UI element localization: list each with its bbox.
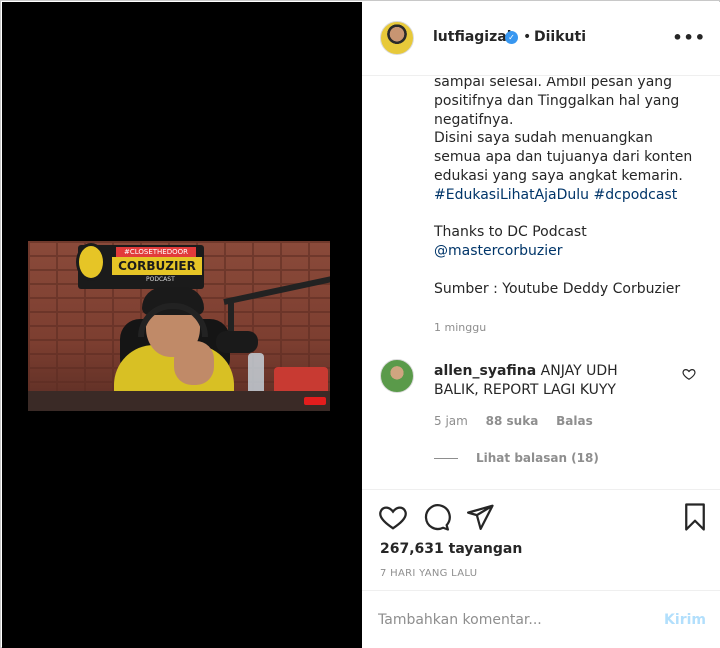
youtube-badge-icon	[304, 397, 326, 405]
separator-dot: •	[523, 29, 532, 45]
person-hands	[174, 341, 214, 385]
post-actions: 267,631 tayangan 7 HARI YANG LALU	[362, 489, 720, 589]
view-replies-button[interactable]: Lihat balasan (18)	[434, 451, 599, 465]
comment-reply-button[interactable]: Balas	[556, 414, 593, 428]
author-avatar[interactable]	[380, 21, 414, 55]
commenter-username[interactable]: allen_syafina	[434, 363, 536, 379]
podcast-logo-tag: #CLOSETHEDOOR	[116, 247, 196, 257]
post-side-panel: lutfiagizal ✓ • Diikuti ••• sampai seles…	[362, 2, 720, 648]
podcast-logo-subtitle: PODCAST	[146, 276, 175, 283]
table	[28, 391, 330, 411]
caption-timestamp[interactable]: 1 minggu	[434, 321, 486, 334]
caption-text: sampai selesai. Ambil pesan yang positif…	[434, 77, 693, 184]
comment-input[interactable]	[378, 603, 658, 637]
video-pane[interactable]: #CLOSETHEDOOR CORBUZIER PODCAST	[2, 2, 362, 648]
follow-status-button[interactable]: Diikuti	[534, 29, 586, 45]
caption-hashtags[interactable]: #EdukasiLihatAjaDulu #dcpodcast	[434, 187, 677, 203]
caption-mention[interactable]: @mastercorbuzier	[434, 243, 562, 259]
bookmark-icon[interactable]	[680, 502, 710, 532]
post-date[interactable]: 7 HARI YANG LALU	[380, 568, 477, 579]
comment-bubble-icon[interactable]	[421, 502, 451, 532]
caption-source: Sumber : Youtube Deddy Corbuzier	[434, 280, 681, 297]
view-count: 267,631 tayangan	[380, 541, 523, 557]
comment-like-heart-icon[interactable]	[682, 367, 696, 381]
more-options-icon[interactable]: •••	[672, 28, 706, 47]
microphone	[216, 331, 258, 353]
post-comment-button[interactable]: Kirim	[664, 612, 706, 628]
post-caption: sampai selesai. Ambil pesan yang positif…	[434, 77, 704, 299]
comments-list[interactable]: sampai selesai. Ambil pesan yang positif…	[362, 77, 720, 489]
podcast-mic-logo-icon	[76, 243, 106, 281]
post-header: lutfiagizal ✓ • Diikuti •••	[362, 2, 720, 76]
view-replies-label: Lihat balasan (18)	[476, 451, 599, 465]
like-heart-icon[interactable]	[378, 502, 408, 532]
post-dialog: #CLOSETHEDOOR CORBUZIER PODCAST lutfiagi…	[0, 0, 720, 648]
comment-body: allen_syafina ANJAY UDH BALIK, REPORT LA…	[434, 362, 664, 400]
add-comment-bar: Kirim	[362, 590, 720, 648]
caption-thanks: Thanks to DC Podcast	[434, 224, 587, 241]
comment-time[interactable]: 5 jam	[434, 414, 468, 428]
commenter-avatar[interactable]	[380, 359, 414, 393]
share-send-icon[interactable]	[465, 502, 495, 532]
video-player[interactable]: #CLOSETHEDOOR CORBUZIER PODCAST	[28, 241, 330, 411]
replies-divider	[434, 458, 458, 459]
verified-badge-icon: ✓	[505, 31, 518, 44]
author-username[interactable]: lutfiagizal	[433, 29, 512, 45]
comment-meta: 5 jam 88 suka Balas	[434, 414, 607, 428]
comment-likes[interactable]: 88 suka	[486, 414, 539, 428]
podcast-logo-title: CORBUZIER	[112, 257, 202, 275]
